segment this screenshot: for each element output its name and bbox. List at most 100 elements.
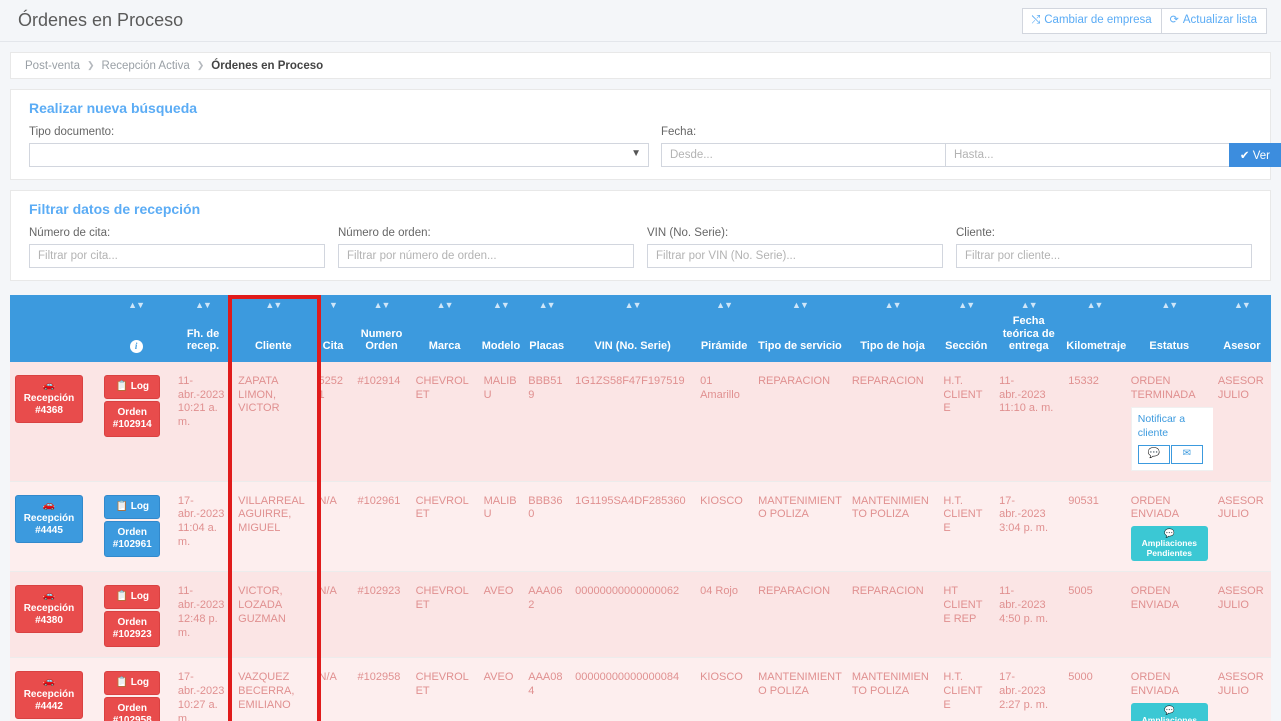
breadcrumb-item-postventa[interactable]: Post-venta [25,60,80,72]
cell-tipo-hoja: REPARACION [846,571,939,659]
table-row[interactable]: 🚗 Recepción #4445 📋 Log Orden #102961 17-abr.-… [10,481,1271,573]
recepcion-line1: Recepción [23,603,75,615]
estatus-text: ORDEN ENVIADA [1130,494,1180,521]
cell-placas: AAA062 [523,571,571,659]
notificar-sms-button[interactable]: 💬 [1137,444,1170,464]
cell-recepcion-button: 🚗 Recepción #4380 [10,571,100,659]
col-vin[interactable]: ▲▼ VIN (No. Serie) [570,295,696,362]
cell-tipo-servicio: REPARACION [753,571,847,659]
orders-table-head: ▲▼ i ▲▼ Fh. de recep. ▲▼ Cliente ▼ Cita … [10,295,1271,362]
orden-line2: #102958 [112,715,152,721]
sort-icon: ▲▼ [436,300,454,310]
header-actions: ⤭ Cambiar de empresa ⟳ Actualizar lista [1022,8,1267,34]
col-tipo-servicio[interactable]: ▲▼ Tipo de servicio [753,295,847,362]
sort-icon: ▲▼ [716,300,733,310]
refresh-icon: ⟳ [1169,14,1179,26]
cell-estatus: ORDEN ENVIADA 💬 Ampliaciones Pendientes [1125,481,1213,573]
col-tipo-servicio-label: Tipo de servicio [758,340,842,353]
cambiar-empresa-button[interactable]: ⤭ Cambiar de empresa [1022,8,1161,34]
sort-icon: ▲▼ [265,300,282,310]
orden-button[interactable]: Orden #102914 [104,400,161,437]
log-button[interactable]: 📋 Log [104,494,161,519]
cell-cita: N/A [313,481,353,573]
col-tipo-hoja-label: Tipo de hoja [860,340,925,353]
fecha-hasta-input[interactable] [944,143,1229,167]
search-form-row: Tipo documento: ▼ Fecha: ✔ Ver [19,126,1281,167]
vin-input[interactable] [647,244,943,268]
recepcion-line2: #4442 [35,701,63,713]
orders-table: ▲▼ i ▲▼ Fh. de recep. ▲▼ Cliente ▼ Cita … [10,295,1271,721]
col-piramide[interactable]: ▲▼ Pirámide [695,295,754,362]
col-numero-orden-label: Numero Orden [360,327,403,353]
orden-button[interactable]: Orden #102961 [104,520,161,557]
log-button[interactable]: 📋 Log [104,374,161,399]
fecha-desde-input[interactable] [661,143,945,167]
cell-cliente: ZAPATA LIMON, VICTOR [233,361,314,482]
tipo-documento-label: Tipo documento: [29,126,115,138]
recepcion-button[interactable]: 🚗 Recepción #4368 [15,374,83,423]
col-seccion-label: Sección [945,340,988,353]
col-marca[interactable]: ▲▼ Marca [410,295,479,362]
tipo-documento-select[interactable] [29,143,649,167]
clipboard-icon: 📋 [115,500,128,512]
filter-panel: Filtrar datos de recepción Número de cit… [10,190,1271,281]
notificar-email-button[interactable]: ✉ [1170,444,1203,464]
col-recepcion[interactable] [10,295,100,362]
col-info[interactable]: ▲▼ i [99,295,173,362]
col-placas[interactable]: ▲▼ Placas [523,295,571,362]
col-asesor-label: Asesor [1223,340,1261,353]
col-piramide-label: Pirámide [700,340,748,353]
car-icon: 🚗 [42,590,56,602]
col-asesor[interactable]: ▲▼ Asesor [1212,295,1271,362]
orden-button[interactable]: Orden #102958 [104,697,161,721]
notificar-title: Notificar a cliente [1137,413,1186,439]
sort-icon: ▲▼ [624,300,642,310]
cell-kilometraje: 15332 [1063,361,1126,482]
log-button[interactable]: 📋 Log [104,671,161,696]
col-numero-orden[interactable]: ▲▼ Numero Orden [352,295,411,362]
cell-cita: N/A [313,657,353,721]
cell-marca: CHEVROLET [410,361,479,482]
sort-icon: ▲▼ [373,300,391,310]
cell-asesor: ASESOR JULIO [1212,481,1271,573]
col-seccion[interactable]: ▲▼ Sección [938,295,995,362]
cell-fecha-teorica: 11-abr.-2023 4:50 p. m. [994,571,1064,659]
numero-orden-input[interactable] [338,244,634,268]
breadcrumb-item-recepcion-activa[interactable]: Recepción Activa [102,60,190,72]
table-row[interactable]: 🚗 Recepción #4442 📋 Log Orden #102958 17-abr.-… [10,657,1271,721]
cell-seccion: H.T. CLIENTE [938,361,995,482]
recepcion-button[interactable]: 🚗 Recepción #4442 [15,671,83,720]
ver-button[interactable]: ✔ Ver [1228,143,1281,167]
recepcion-button[interactable]: 🚗 Recepción #4380 [15,585,83,634]
recepcion-button[interactable]: 🚗 Recepción #4445 [15,494,83,543]
log-button[interactable]: 📋 Log [104,585,161,610]
vin-group: VIN (No. Serie): [647,227,943,268]
ampliaciones-pendientes-badge[interactable]: 💬 Ampliaciones Pendientes [1130,702,1208,721]
table-row[interactable]: 🚗 Recepción #4380 📋 Log Orden #102923 11-abr.-… [10,571,1271,659]
cell-fecha-teorica: 11-abr.-2023 11:10 a. m. [994,361,1064,482]
col-fecha-recepcion[interactable]: ▲▼ Fh. de recep. [172,295,234,362]
sort-icon: ▲▼ [128,300,145,310]
col-cliente[interactable]: ▲▼ Cliente [233,295,314,362]
col-modelo[interactable]: ▲▼ Modelo [478,295,524,362]
orden-button[interactable]: Orden #102923 [104,611,161,648]
shuffle-icon: ⤭ [1031,14,1041,26]
cell-asesor: ASESOR JULIO [1212,361,1271,482]
col-fecha-teorica[interactable]: ▲▼ Fecha teórica de entrega [994,295,1064,362]
check-circle-icon: ✔ [1239,150,1250,162]
table-row[interactable]: 🚗 Recepción #4368 📋 Log Orden #102914 11-abr.-… [10,361,1271,482]
clipboard-icon: 📋 [115,380,128,392]
col-kilometraje[interactable]: ▲▼ Kilometraje [1063,295,1126,362]
clipboard-icon: 📋 [115,591,128,603]
ampliaciones-pendientes-badge[interactable]: 💬 Ampliaciones Pendientes [1130,526,1208,562]
cliente-input[interactable] [956,244,1252,268]
search-panel: Realizar nueva búsqueda Tipo documento: … [10,89,1281,180]
cell-marca: CHEVROLET [410,571,479,659]
col-estatus[interactable]: ▲▼ Estatus [1125,295,1213,362]
numero-cita-input[interactable] [29,244,325,268]
cell-vin: 00000000000000084 [570,657,696,721]
cell-tipo-servicio: REPARACION [753,361,847,482]
col-cita[interactable]: ▼ Cita [313,295,353,362]
actualizar-lista-button[interactable]: ⟳ Actualizar lista [1160,8,1267,34]
col-tipo-hoja[interactable]: ▲▼ Tipo de hoja [846,295,939,362]
